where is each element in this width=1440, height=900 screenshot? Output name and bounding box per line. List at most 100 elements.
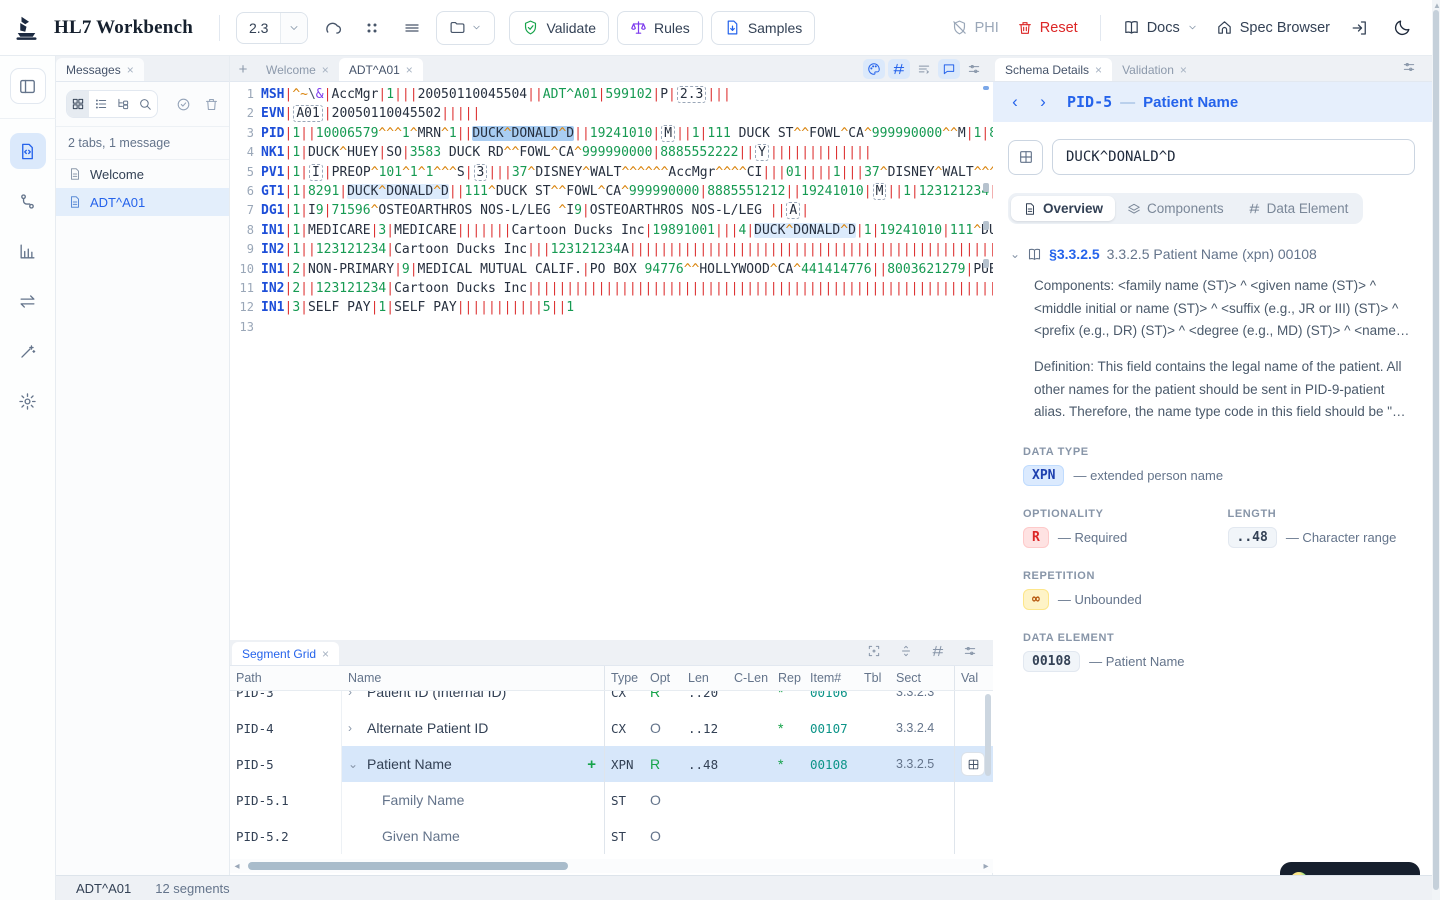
- word-wrap-toggle[interactable]: [913, 59, 935, 79]
- rail-item-settings[interactable]: [10, 383, 46, 419]
- grid-vertical-scrollbar[interactable]: [985, 694, 991, 776]
- table-row-pid-5[interactable]: PID-5⌄Patient Name+XPNR..48*001083.3.2.5: [230, 746, 993, 782]
- table-row-pid-4[interactable]: PID-4›Alternate Patient IDCXO..12*001073…: [230, 710, 993, 746]
- rules-button[interactable]: Rules: [617, 11, 703, 45]
- editor-line[interactable]: 6GT1|1|8291|DUCK^DONALD^D||111^DUCK ST^^…: [230, 182, 993, 201]
- collapse-row-icon[interactable]: ⌄: [348, 757, 360, 771]
- close-icon[interactable]: ×: [1180, 63, 1187, 77]
- scroll-thumb[interactable]: [1433, 10, 1439, 890]
- editor-line[interactable]: 7DG1|1|I9|71596^OSTEOARTHROS NOS-L/LEG ^…: [230, 201, 993, 220]
- focus-selection-button[interactable]: [863, 641, 885, 661]
- column-header-c-len[interactable]: C-Len: [728, 671, 772, 685]
- close-icon[interactable]: ×: [406, 63, 413, 77]
- reset-button[interactable]: Reset: [1013, 20, 1082, 36]
- grid-view-button[interactable]: [67, 91, 89, 117]
- sign-in-button[interactable]: [1344, 11, 1376, 45]
- phi-toggle[interactable]: PHI: [947, 19, 1003, 36]
- column-header-tbl[interactable]: Tbl: [858, 671, 890, 685]
- editor-settings-button[interactable]: [963, 59, 985, 79]
- column-header-len[interactable]: Len: [682, 671, 728, 685]
- tab-messages[interactable]: Messages ×: [56, 58, 144, 81]
- tree-view-button[interactable]: [112, 91, 134, 117]
- comments-toggle[interactable]: [938, 59, 960, 79]
- close-icon[interactable]: ×: [127, 63, 134, 77]
- tab-segment-grid[interactable]: Segment Grid ×: [232, 642, 339, 665]
- close-icon[interactable]: ×: [322, 63, 329, 77]
- collapse-icon[interactable]: ⌄: [1010, 247, 1020, 261]
- tab-validation[interactable]: Validation ×: [1112, 58, 1197, 81]
- expand-row-icon[interactable]: ›: [348, 721, 360, 735]
- field-value-input[interactable]: [1052, 139, 1415, 175]
- scroll-thumb[interactable]: [248, 862, 568, 870]
- table-row-pid-5.2[interactable]: PID-5.2Given NameSTO: [230, 818, 993, 854]
- column-header-path[interactable]: Path: [230, 671, 342, 685]
- editor-line[interactable]: 9IN2|1||123121234|Cartoon Ducks Inc|||12…: [230, 240, 993, 259]
- grid-settings-button[interactable]: [959, 641, 981, 661]
- search-button[interactable]: [134, 91, 156, 117]
- tab-data-element[interactable]: Data Element: [1236, 196, 1361, 221]
- page-scrollbar[interactable]: ▲: [1432, 0, 1440, 900]
- column-header-item-[interactable]: Item#: [804, 671, 858, 685]
- editor-tab-welcome[interactable]: Welcome ×: [256, 58, 339, 81]
- list-view-button[interactable]: [89, 91, 111, 117]
- column-header-name[interactable]: Name: [342, 671, 604, 685]
- editor-line[interactable]: 2EVN|A01|20050110045502|||||: [230, 104, 993, 123]
- close-icon[interactable]: ×: [1095, 63, 1102, 77]
- scroll-right-icon[interactable]: ▸: [979, 861, 993, 872]
- docs-menu-button[interactable]: Docs: [1119, 19, 1202, 36]
- column-header-rep[interactable]: Rep: [772, 671, 804, 685]
- expand-rows-button[interactable]: [895, 641, 917, 661]
- table-row-pid-5.1[interactable]: PID-5.1Family NameSTO: [230, 782, 993, 818]
- spec-browser-button[interactable]: Spec Browser: [1212, 19, 1334, 36]
- column-header-opt[interactable]: Opt: [644, 671, 682, 685]
- column-header-sect[interactable]: Sect: [890, 671, 954, 685]
- rail-item-analytics[interactable]: [10, 233, 46, 269]
- tab-schema-details[interactable]: Schema Details ×: [995, 58, 1112, 81]
- grid-horizontal-scrollbar[interactable]: ◂ ▸: [230, 859, 993, 873]
- open-components-grid-button[interactable]: [1008, 140, 1043, 175]
- editor-line[interactable]: 1MSH|^~\&|AccMgr|1|||20050110045504||ADT…: [230, 85, 993, 104]
- editor-line[interactable]: 4NK1|1|DUCK^HUEY|SO|3583 DUCK RD^^FOWL^C…: [230, 143, 993, 162]
- apps-grid-button[interactable]: [356, 11, 388, 45]
- editor-line[interactable]: 12IN1|3|SELF PAY|1|SELF PAY|||||||||||5|…: [230, 298, 993, 317]
- spec-section-link[interactable]: §3.3.2.5: [1049, 246, 1100, 262]
- prev-field-button[interactable]: ‹: [1005, 92, 1025, 112]
- open-file-button[interactable]: [436, 11, 495, 45]
- message-item-adt-a01[interactable]: ADT^A01: [56, 188, 229, 216]
- message-item-welcome[interactable]: Welcome: [56, 160, 229, 188]
- tab-components[interactable]: Components: [1115, 196, 1236, 221]
- add-repetition-button[interactable]: +: [587, 756, 596, 773]
- samples-button[interactable]: Samples: [711, 11, 815, 45]
- panel-settings-button[interactable]: [1398, 57, 1420, 77]
- editor-line[interactable]: 11IN2|2||123121234|Cartoon Ducks Inc||||…: [230, 279, 993, 298]
- grid-numbers-button[interactable]: [927, 641, 949, 661]
- validate-all-icon[interactable]: [174, 93, 194, 115]
- validate-button[interactable]: Validate: [509, 11, 609, 45]
- tab-overview[interactable]: Overview: [1011, 196, 1115, 221]
- rail-item-transform[interactable]: [10, 283, 46, 319]
- editor-line[interactable]: 8IN1|1|MEDICARE|3|MEDICARE|||||||Cartoon…: [230, 221, 993, 240]
- new-tab-button[interactable]: +: [230, 58, 256, 81]
- editor-tab-adt-a01[interactable]: ADT^A01 ×: [339, 58, 423, 81]
- rail-item-workflows[interactable]: [10, 183, 46, 219]
- editor-line[interactable]: 5PV1|1|I|PREOP^101^1^1^^^S|3|||37^DISNEY…: [230, 163, 993, 182]
- dark-mode-toggle[interactable]: [1386, 11, 1418, 45]
- expand-row-icon[interactable]: ›: [348, 691, 360, 699]
- hl7-code-editor[interactable]: 1MSH|^~\&|AccMgr|1|||20050110045504||ADT…: [230, 82, 993, 640]
- line-numbers-toggle[interactable]: [888, 59, 910, 79]
- editor-line[interactable]: 3PID|1||10006579^^^1^MRN^1||DUCK^DONALD^…: [230, 124, 993, 143]
- open-value-grid-button[interactable]: [961, 752, 985, 776]
- cloud-button[interactable]: [316, 11, 348, 45]
- editor-line[interactable]: 10IN1|2|NON-PRIMARY|9|MEDICAL MUTUAL CAL…: [230, 260, 993, 279]
- scroll-left-icon[interactable]: ◂: [230, 861, 244, 872]
- editor-line[interactable]: 13: [230, 318, 993, 337]
- next-field-button[interactable]: ›: [1033, 92, 1053, 112]
- menu-button[interactable]: [396, 11, 428, 45]
- hl7-version-select[interactable]: 2.3: [236, 12, 308, 44]
- syntax-colors-toggle[interactable]: [863, 59, 885, 79]
- table-row-pid-3[interactable]: PID-3›Patient ID (Internal ID)CXR..20*00…: [230, 691, 993, 710]
- delete-all-icon[interactable]: [201, 93, 221, 115]
- close-icon[interactable]: ×: [322, 647, 329, 661]
- column-header-type[interactable]: Type: [604, 666, 644, 690]
- column-header-val[interactable]: Val: [954, 666, 993, 690]
